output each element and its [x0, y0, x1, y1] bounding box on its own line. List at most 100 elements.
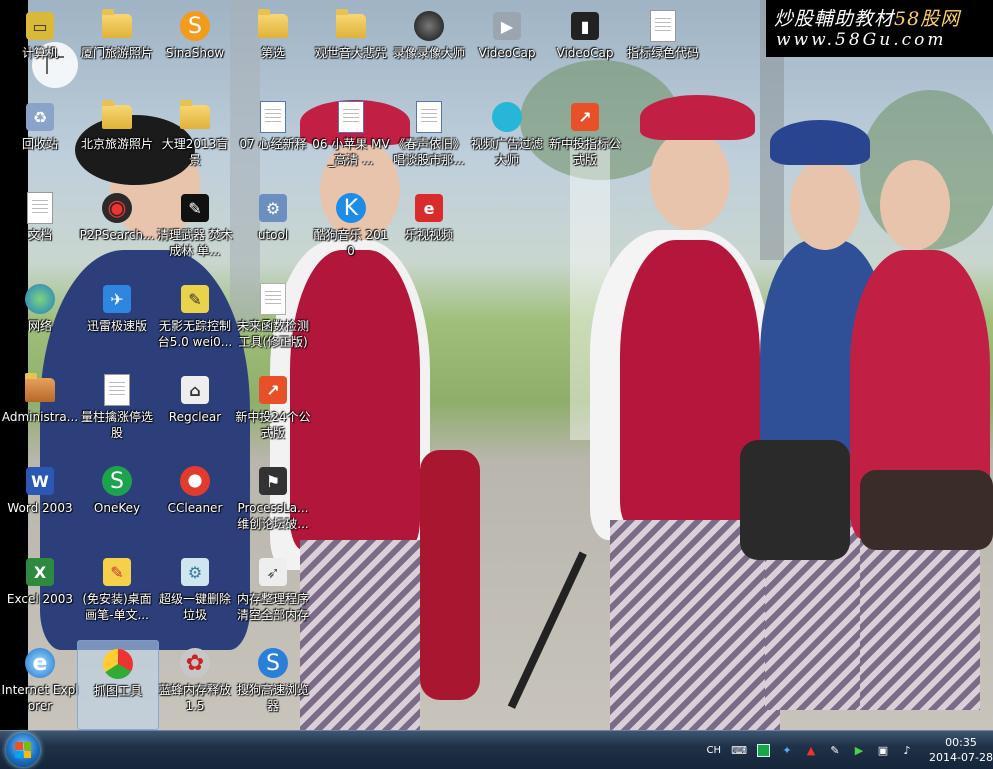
desktop-icon[interactable]: ↗ 新中投24个公式版 [233, 367, 313, 455]
desktop-icon[interactable]: CCleaner [155, 458, 235, 546]
cleaner-icon: ✎ [178, 191, 212, 225]
figure-handbag [860, 470, 993, 550]
desktop-icon[interactable]: Administra... [0, 367, 80, 455]
delete-icon: ⚙ [178, 555, 212, 589]
desktop-icon[interactable]: ⚙ 超级一键删除垃圾 [155, 549, 235, 637]
desktop-icon[interactable]: 观世音大悲咒 [311, 3, 391, 91]
desktop-icon-label: 厦门旅游照片 [80, 46, 153, 60]
desktop-icon-label: 酷狗音乐 2010 [313, 228, 389, 258]
desktop-icon[interactable]: 厦门旅游照片 [77, 3, 157, 91]
desktop-icon-label: 06 小苹果 MV_高清 ... [312, 137, 390, 167]
desktop-icon[interactable]: ⚑ ProcessLa... 维创论坛破... [233, 458, 313, 546]
desktop-icon[interactable]: ✎ (免安装)桌面画笔-单文... [77, 549, 157, 637]
desktop-icon[interactable]: 文档 [0, 185, 80, 273]
monitor-icon[interactable]: ▣ [876, 743, 890, 757]
media-file-icon [256, 100, 290, 134]
desktop-icon[interactable]: 抓图工具 [77, 640, 159, 730]
desktop-icon[interactable]: e 乐视视频 [389, 185, 469, 273]
desktop-icon[interactable]: S SinaShow [155, 3, 235, 91]
desktop-icon-label: 搜狗高速浏览器 [236, 683, 309, 713]
desktop-icon[interactable]: 第选 [233, 3, 313, 91]
volume-icon[interactable]: ♪ [900, 743, 914, 757]
desktop-icon-label: 迅雷极速版 [86, 319, 147, 333]
green-square-icon[interactable] [756, 743, 770, 757]
desktop-icon[interactable]: ✎ 清理武器 焚木成林 单... [155, 185, 235, 273]
play-icon[interactable]: ▶ [852, 743, 866, 757]
network-app-icon[interactable]: ✦ [780, 743, 794, 757]
desktop-icon[interactable]: e Internet Explorer [0, 640, 80, 728]
memory-icon: ✿ [178, 646, 212, 680]
watermark-title: 炒股輔助教材 [774, 8, 895, 30]
desktop-icon-label: 无影无踪控制台5.0 wei0... [157, 319, 233, 349]
desktop-icon[interactable]: W Word 2003 [0, 458, 80, 546]
videocap-icon: ▶ [490, 9, 524, 43]
desktop-icon[interactable]: ➶ 内存整理程序 清空全部内存 [233, 549, 313, 637]
desktop[interactable]: ▭ 计算机 厦门旅游照片 S SinaShow 第选 观世音大悲咒 录像录像大师 ▶ VideoC… [0, 0, 993, 730]
desktop-icon-label: Administra... [1, 410, 79, 424]
desktop-icon[interactable]: ▮ VideoCap [545, 3, 625, 91]
desktop-icon[interactable]: 北京旅游照片 [77, 94, 157, 182]
watermark: 炒股輔助教材58股网 www.58Gu.com [766, 0, 993, 57]
desktop-icon[interactable]: 网络 [0, 276, 80, 364]
desktop-icon[interactable]: K 酷狗音乐 2010 [311, 185, 391, 273]
desktop-icon[interactable]: S OneKey [77, 458, 157, 546]
tool-icon [256, 282, 290, 316]
desktop-icon-label: 清理武器 焚木成林 单... [157, 228, 233, 258]
desktop-icon[interactable]: ♻ 回收站 [0, 94, 80, 182]
desktop-icon-label: ProcessLa... 维创论坛破... [237, 501, 309, 531]
taskbar: CH ⌨ ✦ ▲ ✎ ▶ ▣ ♪ 00:35 2014-07-28 [0, 730, 993, 769]
desktop-icon[interactable]: X Excel 2003 [0, 549, 80, 637]
utool-icon: ⚙ [256, 191, 290, 225]
desktop-icon[interactable]: ✎ 无影无踪控制台5.0 wei0... [155, 276, 235, 364]
desktop-icon[interactable]: ✿ 蓝蜂内存释放1.5 [155, 640, 235, 728]
kugou-icon: K [334, 191, 368, 225]
desktop-icon[interactable]: ◉ P2PSearch... [77, 185, 157, 273]
network-icon [23, 282, 57, 316]
desktop-icon[interactable]: 视频广告过滤大师 [467, 94, 547, 182]
thunder-icon: ✈ [100, 282, 134, 316]
pen-icon[interactable]: ✎ [828, 743, 842, 757]
desktop-icon[interactable]: ▶ VideoCap [467, 3, 547, 91]
desktop-icon-label: 蓝蜂内存释放1.5 [158, 683, 231, 713]
folder-icon [100, 9, 134, 43]
videocap-shortcut-icon: ▮ [568, 9, 602, 43]
media-file-icon [334, 100, 368, 134]
desktop-icon[interactable]: 07 心经新释 [233, 94, 313, 182]
desktop-icon[interactable]: 《春声依旧》 唱谈股市那... [389, 94, 469, 182]
desktop-icon-label: 《春声依旧》 唱谈股市那... [392, 137, 465, 167]
figure-head [790, 160, 860, 250]
desktop-icon-label: 观世音大悲咒 [314, 46, 387, 60]
keyboard-icon[interactable]: ⌨ [731, 743, 747, 757]
folder-icon [100, 100, 134, 134]
desktop-icon[interactable]: 06 小苹果 MV_高清 ... [311, 94, 391, 182]
desktop-icon[interactable]: ▭ 计算机 [0, 3, 80, 91]
desktop-icon-label: 超级一键删除垃圾 [158, 592, 231, 622]
figure-red-vest [620, 240, 760, 530]
desktop-icon[interactable]: 量柱擒涨停选股 [77, 367, 157, 455]
desktop-icon-label: 网络 [27, 319, 52, 333]
start-button[interactable] [6, 733, 40, 767]
desktop-icon[interactable]: 指标绿色代码 [623, 3, 703, 91]
desktop-icon[interactable]: 未来函数检测工具(修正版) [233, 276, 313, 364]
desktop-icon-label: 新中投24个公式版 [235, 410, 311, 440]
desktop-icon-label: 回收站 [21, 137, 58, 151]
desktop-icon-label: 新中投指标公式版 [548, 137, 621, 167]
desktop-icon[interactable]: S 搜狗高速浏览器 [233, 640, 313, 728]
console-icon: ✎ [178, 282, 212, 316]
desktop-icon[interactable]: ⚙ utool [233, 185, 313, 273]
desktop-icon-label: Excel 2003 [6, 592, 74, 606]
desktop-icon[interactable]: 大理2013盲景 [155, 94, 235, 182]
arrow-icon[interactable]: ▲ [804, 743, 818, 757]
desktop-icon[interactable]: ↗ 新中投指标公式版 [545, 94, 625, 182]
figure-hat [640, 95, 755, 140]
media-file-icon [412, 100, 446, 134]
folder-icon [334, 9, 368, 43]
system-tray: CH ⌨ ✦ ▲ ✎ ▶ ▣ ♪ 00:35 2014-07-28 [706, 731, 993, 769]
desktop-icon[interactable]: ✈ 迅雷极速版 [77, 276, 157, 364]
language-indicator[interactable]: CH [706, 745, 721, 756]
desktop-icon[interactable]: 录像录像大师 [389, 3, 469, 91]
clock[interactable]: 00:35 2014-07-28 [929, 735, 993, 765]
rocket-icon: ➶ [256, 555, 290, 589]
recorder-icon [412, 9, 446, 43]
desktop-icon[interactable]: ⌂ Regclear [155, 367, 235, 455]
